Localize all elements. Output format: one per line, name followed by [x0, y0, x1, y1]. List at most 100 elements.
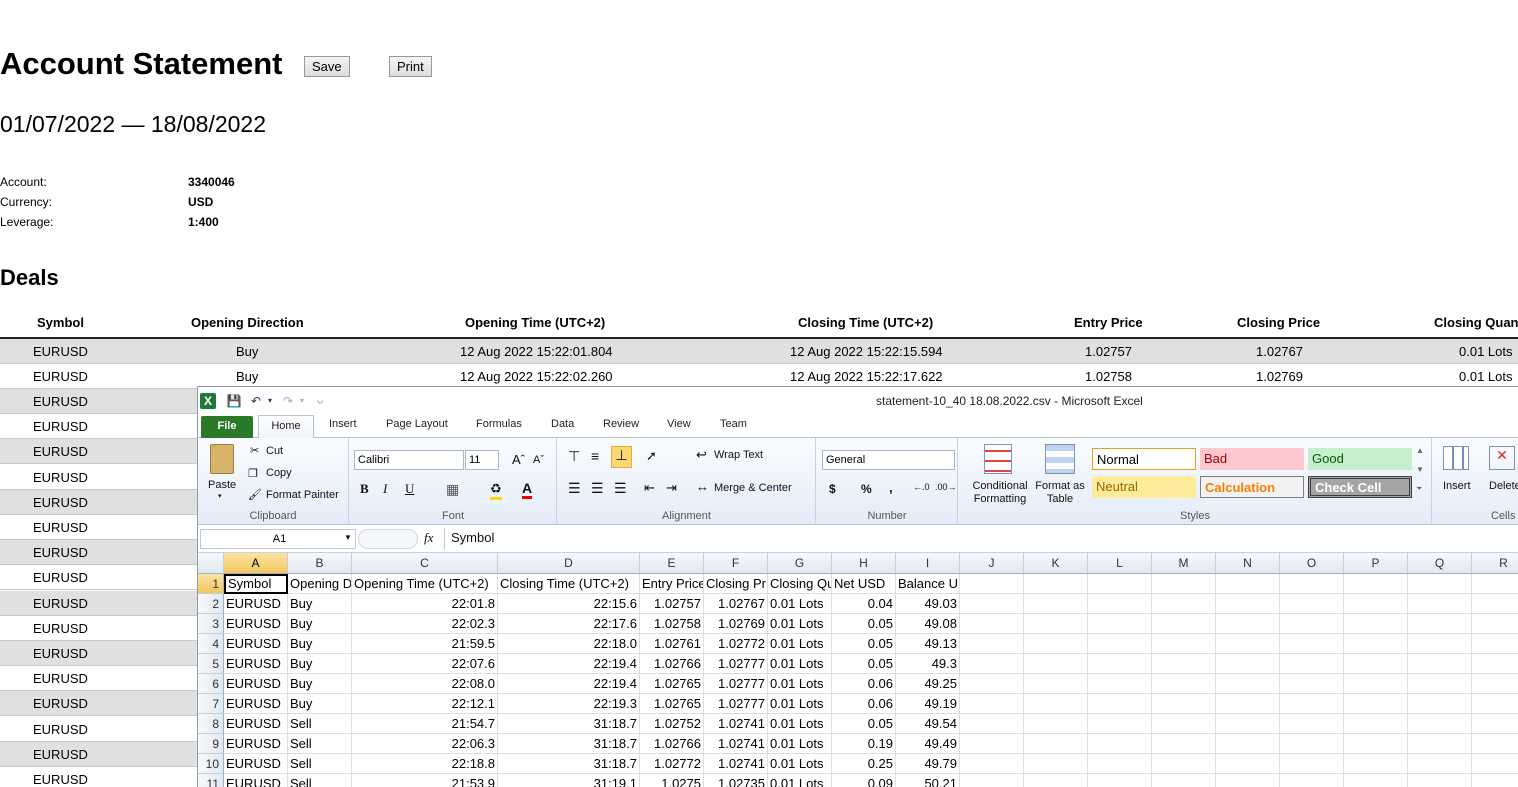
column-header-k[interactable]: K: [1024, 553, 1088, 574]
cell[interactable]: Buy: [288, 594, 352, 614]
cell[interactable]: 0.01 Lots: [768, 734, 832, 754]
wrap-text-button[interactable]: Wrap Text: [714, 449, 763, 461]
cell[interactable]: [1280, 774, 1344, 787]
cell[interactable]: [1024, 714, 1088, 734]
copy-button[interactable]: Copy: [266, 467, 292, 479]
row-header[interactable]: 2: [198, 594, 224, 614]
cell[interactable]: Opening D: [288, 574, 352, 594]
cell[interactable]: Buy: [288, 654, 352, 674]
cell[interactable]: 49.19: [896, 694, 960, 714]
cell[interactable]: 0.25: [832, 754, 896, 774]
cell[interactable]: 1.02765: [640, 674, 704, 694]
column-header-p[interactable]: P: [1344, 553, 1408, 574]
cell[interactable]: [1216, 614, 1280, 634]
cell[interactable]: 1.02741: [704, 714, 768, 734]
cell[interactable]: [1152, 634, 1216, 654]
cell[interactable]: [1024, 594, 1088, 614]
cell[interactable]: 22:19.3: [498, 694, 640, 714]
save-icon[interactable]: 💾: [226, 393, 242, 409]
column-header-f[interactable]: F: [704, 553, 768, 574]
cell[interactable]: 1.02777: [704, 654, 768, 674]
percent-format-button[interactable]: %: [861, 482, 872, 496]
cell[interactable]: [1088, 734, 1152, 754]
cell[interactable]: 22:08.0: [352, 674, 498, 694]
column-header-m[interactable]: M: [1152, 553, 1216, 574]
paste-dropdown-icon[interactable]: ▾: [218, 492, 222, 500]
cell[interactable]: [1088, 654, 1152, 674]
cell[interactable]: [1152, 714, 1216, 734]
cell[interactable]: [1408, 654, 1472, 674]
cell[interactable]: 22:19.4: [498, 654, 640, 674]
wrap-text-icon[interactable]: ↩: [696, 447, 707, 463]
column-header-q[interactable]: Q: [1408, 553, 1472, 574]
cell[interactable]: 22:12.1: [352, 694, 498, 714]
row-header[interactable]: 11: [198, 774, 224, 787]
cell[interactable]: [1280, 674, 1344, 694]
cell[interactable]: [1216, 694, 1280, 714]
cell[interactable]: 49.79: [896, 754, 960, 774]
cell[interactable]: [1408, 634, 1472, 654]
cell[interactable]: 21:53.9: [352, 774, 498, 787]
cell[interactable]: EURUSD: [224, 654, 288, 674]
cell[interactable]: [1088, 574, 1152, 594]
cell[interactable]: 22:18.0: [498, 634, 640, 654]
cell[interactable]: EURUSD: [224, 774, 288, 787]
cell[interactable]: [1472, 754, 1518, 774]
delete-cells-button[interactable]: Delete: [1489, 480, 1518, 492]
cell[interactable]: [1152, 594, 1216, 614]
styles-scroll-up-icon[interactable]: ▲: [1416, 446, 1424, 455]
tab-home[interactable]: Home: [258, 415, 314, 439]
cell[interactable]: [1152, 674, 1216, 694]
cell[interactable]: [1344, 574, 1408, 594]
select-all-corner[interactable]: [198, 553, 224, 574]
cell[interactable]: 22:17.6: [498, 614, 640, 634]
column-header-e[interactable]: E: [640, 553, 704, 574]
cell[interactable]: [1344, 594, 1408, 614]
cell[interactable]: [1216, 634, 1280, 654]
align-middle-icon[interactable]: ≡: [591, 448, 599, 464]
cell[interactable]: [1408, 694, 1472, 714]
cell[interactable]: [1472, 674, 1518, 694]
cell[interactable]: [1472, 714, 1518, 734]
conditional-formatting-button[interactable]: Conditional Formatting: [968, 480, 1032, 506]
tab-review[interactable]: Review: [603, 418, 639, 430]
paste-button[interactable]: Paste: [208, 479, 236, 491]
merge-center-button[interactable]: Merge & Center: [714, 482, 792, 494]
cell[interactable]: Sell: [288, 754, 352, 774]
cell[interactable]: 0.01 Lots: [768, 714, 832, 734]
cell[interactable]: 1.02757: [640, 594, 704, 614]
cell[interactable]: [1472, 774, 1518, 787]
cell[interactable]: [1152, 574, 1216, 594]
cell[interactable]: Sell: [288, 714, 352, 734]
underline-button[interactable]: U: [405, 481, 414, 497]
cell[interactable]: [960, 754, 1024, 774]
name-box[interactable]: A1: [200, 529, 356, 549]
cell[interactable]: Sell: [288, 734, 352, 754]
cell[interactable]: 22:19.4: [498, 674, 640, 694]
orientation-icon[interactable]: ➚: [646, 448, 657, 464]
cell[interactable]: [1024, 694, 1088, 714]
column-header-i[interactable]: I: [896, 553, 960, 574]
cell[interactable]: 0.01 Lots: [768, 754, 832, 774]
cell[interactable]: Net USD: [832, 574, 896, 594]
cell[interactable]: [960, 674, 1024, 694]
fill-color-icon[interactable]: ♻: [490, 481, 502, 500]
cell[interactable]: [1280, 594, 1344, 614]
cell[interactable]: 49.54: [896, 714, 960, 734]
cell[interactable]: 31:18.7: [498, 734, 640, 754]
cell[interactable]: [1088, 774, 1152, 787]
cell[interactable]: Opening Time (UTC+2): [352, 574, 498, 594]
cell[interactable]: Buy: [288, 674, 352, 694]
cell[interactable]: Buy: [288, 694, 352, 714]
align-center-icon[interactable]: ☰: [591, 480, 604, 497]
cell[interactable]: 49.49: [896, 734, 960, 754]
spreadsheet-grid[interactable]: A B C D E F G H I J K L M N O P Q R 1 Symbol Opening D Openin…: [198, 553, 1518, 787]
cell[interactable]: 1.02761: [640, 634, 704, 654]
cell[interactable]: 0.01 Lots: [768, 594, 832, 614]
merge-center-icon[interactable]: ↔: [696, 479, 709, 494]
cell[interactable]: [1088, 634, 1152, 654]
style-neutral[interactable]: Neutral: [1092, 476, 1196, 498]
cell[interactable]: 1.02758: [640, 614, 704, 634]
style-check-cell[interactable]: Check Cell: [1308, 476, 1412, 498]
cell[interactable]: 0.01 Lots: [768, 774, 832, 787]
